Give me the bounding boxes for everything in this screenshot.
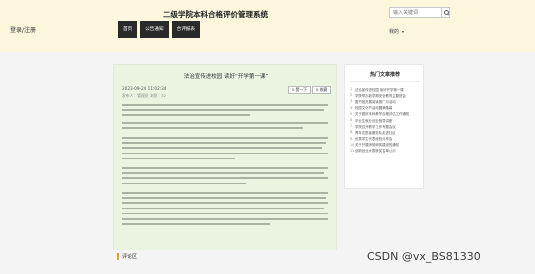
csdn-watermark: CSDN @vx_BS81330 <box>367 250 481 263</box>
hot-article-list: 1 法治宣传进校园 读好开学第一课 2 学院举办新学期安全教育主题班会 3 图书馆开展… <box>350 86 422 154</box>
list-item[interactable]: 11 创新创业大赛获奖名单公示 <box>350 148 422 154</box>
hot-articles-sidebar: 热门文章推荐 1 法治宣传进校园 读好开学第一课 2 学院举办新学期安全教育主题班会… <box>344 64 424 189</box>
article-paragraph <box>122 192 328 228</box>
favorite-button[interactable]: 0 收藏 <box>312 86 332 94</box>
article-card: 法治宣传进校园 读好“开学第一课” 2023-09-24 11:02:34 发布… <box>113 64 337 266</box>
article-paragraph <box>122 137 328 163</box>
main-nav: 首页 公告通知 合评报表 <box>118 21 203 38</box>
header-band <box>0 0 535 52</box>
nav-announcements[interactable]: 公告通知 <box>140 21 169 38</box>
article-paragraph <box>122 122 328 132</box>
divider <box>350 81 420 82</box>
login-link[interactable]: 登录/注册 <box>10 25 36 34</box>
comment-section: 评论区 <box>113 250 337 266</box>
my-menu[interactable]: 我的 ▾ <box>389 28 404 35</box>
site-title: 二级学院本科合格评价管理系统 <box>163 10 268 19</box>
search-input[interactable] <box>389 7 442 18</box>
article-paragraph <box>122 167 328 188</box>
my-menu-label: 我的 <box>389 29 400 35</box>
nav-home[interactable]: 首页 <box>118 21 138 38</box>
article-meta: 发布人：管理员 浏览：32 <box>122 93 167 98</box>
chevron-down-icon: ▾ <box>402 29 405 34</box>
article-paragraph <box>122 104 328 120</box>
article-title: 法治宣传进校园 读好“开学第一课” <box>183 74 269 80</box>
sidebar-title: 热门文章推荐 <box>369 72 400 78</box>
search-icon[interactable] <box>442 7 450 18</box>
like-button[interactable]: 0 赞一下 <box>288 86 312 94</box>
comment-title: 评论区 <box>117 253 137 260</box>
nav-reports[interactable]: 合评报表 <box>171 21 200 38</box>
article-date: 2023-09-24 11:02:34 <box>122 86 167 91</box>
